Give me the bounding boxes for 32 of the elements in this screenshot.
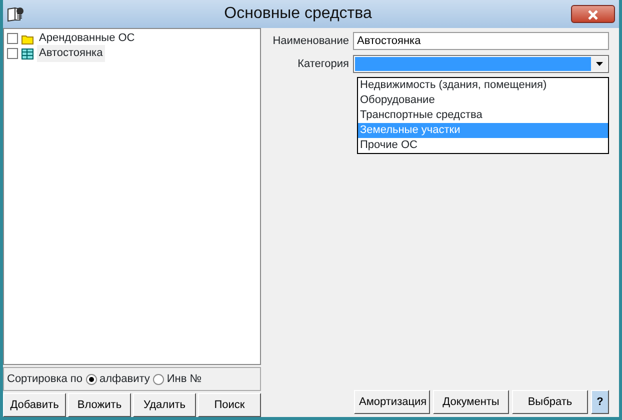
toolbar-button[interactable]: Удалить [133, 393, 196, 417]
dropdown-option[interactable]: Недвижимость (здания, помещения) [358, 78, 608, 93]
action-button[interactable]: Документы [433, 390, 509, 414]
action-button[interactable]: Выбрать [512, 390, 588, 414]
caret-icon [596, 62, 602, 66]
field-label: Категория [296, 56, 350, 72]
radio-button[interactable] [86, 374, 97, 384]
table-icon [21, 48, 34, 60]
action-button[interactable]: Амортизация [354, 390, 430, 414]
toolbar-button[interactable]: Вложить [68, 393, 131, 417]
close-icon [588, 10, 598, 20]
toolbar-button[interactable]: Добавить [3, 393, 66, 417]
tree-item[interactable]: Арендованные ОС [37, 30, 137, 47]
category-combo[interactable] [353, 55, 609, 73]
radio-button[interactable] [152, 374, 164, 384]
close-button[interactable] [571, 5, 615, 23]
checkbox[interactable] [7, 48, 18, 59]
radio-label: алфавиту [100, 372, 150, 387]
dropdown-option[interactable]: Оборудование [358, 93, 608, 108]
tree-item[interactable]: Автостоянка [37, 45, 105, 62]
field-label: Наименование [272, 34, 350, 49]
sort-label: Сортировка по [7, 372, 83, 387]
toolbar-button[interactable]: Поиск [198, 393, 261, 417]
folder-icon [21, 32, 34, 44]
dropdown-option[interactable]: Транспортные средства [358, 108, 608, 123]
dropdown-option[interactable]: Прочие ОС [358, 138, 608, 153]
window-title: Основные средства [223, 4, 373, 24]
checkbox[interactable] [7, 33, 18, 44]
radio-label: Инв № [166, 372, 202, 387]
name-field[interactable]: Автостоянка [353, 32, 609, 50]
help-button[interactable]: ? [591, 390, 609, 414]
book-icon [7, 6, 25, 22]
